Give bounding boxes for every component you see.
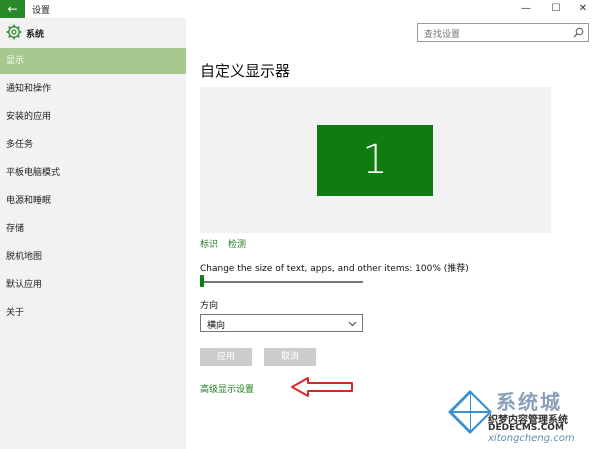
system-label: 系统 — [26, 30, 45, 40]
monitor-tile[interactable]: 1 — [317, 125, 433, 196]
gear-icon — [6, 24, 22, 40]
system-header: 系统 — [0, 18, 186, 46]
window-title: 设置 — [32, 6, 51, 16]
minimize-button[interactable]: — — [512, 0, 540, 18]
sidebar-item-default-apps[interactable]: 默认应用 — [0, 272, 186, 298]
page-title: 自定义显示器 — [200, 62, 291, 80]
sidebar-item-tablet-mode[interactable]: 平板电脑模式 — [0, 160, 186, 186]
back-button[interactable]: ← — [0, 0, 25, 18]
sidebar-item-notifications[interactable]: 通知和操作 — [0, 76, 186, 102]
search-placeholder: 查找设置 — [424, 30, 461, 40]
close-button[interactable]: ✕ — [569, 0, 597, 18]
advanced-display-settings-link[interactable]: 高级显示设置 — [200, 382, 254, 395]
watermark-line-2: DEDECMS.COM — [488, 423, 564, 433]
cancel-button[interactable]: 取消 — [264, 348, 316, 366]
search-input[interactable]: 查找设置 — [417, 23, 589, 42]
detect-link[interactable]: 检测 — [228, 237, 246, 250]
sidebar-item-power-sleep[interactable]: 电源和睡眠 — [0, 188, 186, 214]
orientation-value: 横向 — [207, 321, 226, 331]
display-arrangement-area: 1 — [200, 87, 551, 233]
scale-slider-thumb[interactable] — [200, 275, 204, 287]
sidebar-item-storage[interactable]: 存储 — [0, 216, 186, 242]
sidebar-item-display[interactable]: 显示 — [0, 48, 186, 74]
scale-label: Change the size of text, apps, and other… — [200, 264, 469, 274]
sidebar-item-multitasking[interactable]: 多任务 — [0, 132, 186, 158]
orientation-label: 方向 — [200, 301, 219, 311]
scale-slider-track[interactable] — [200, 281, 363, 283]
watermark-line-3: xitongcheng.com — [488, 433, 575, 444]
title-bar: ← 设置 — ☐ ✕ — [0, 0, 597, 18]
sidebar-item-installed-apps[interactable]: 安装的应用 — [0, 104, 186, 130]
windows-logo-icon — [448, 390, 492, 434]
sidebar-item-offline-maps[interactable]: 脱机地图 — [0, 244, 186, 270]
search-icon[interactable] — [573, 27, 584, 38]
orientation-select[interactable]: 横向 — [200, 314, 363, 332]
maximize-button[interactable]: ☐ — [542, 0, 570, 18]
sidebar: 系统 显示 通知和操作 安装的应用 多任务 平板电脑模式 电源和睡眠 存储 脱机… — [0, 18, 186, 449]
arrow-annotation-icon — [291, 377, 353, 397]
chevron-down-icon — [348, 321, 357, 327]
sidebar-item-about[interactable]: 关于 — [0, 300, 186, 326]
apply-button[interactable]: 应用 — [200, 348, 252, 366]
identify-link[interactable]: 标识 — [200, 237, 218, 250]
watermark: 系统城 织梦内容管理系统 DEDECMS.COM xitongcheng.com — [446, 384, 596, 448]
